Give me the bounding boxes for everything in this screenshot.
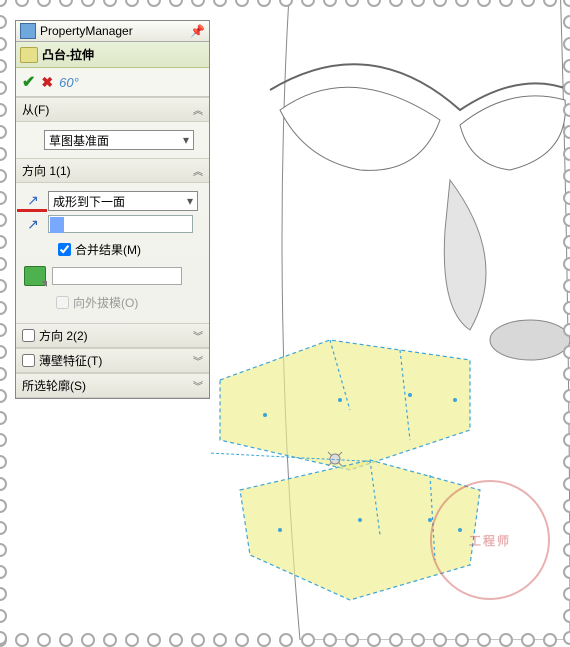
panel-icon (20, 23, 36, 39)
chevron-down-icon: ︾ (193, 328, 203, 343)
action-row: ✔ ✖ 60° (16, 68, 209, 97)
draft-outward-checkbox (56, 296, 69, 309)
reverse-direction-button[interactable]: ↗ (24, 191, 42, 209)
panel-title: PropertyManager (40, 24, 133, 38)
thin-feature-enable-checkbox[interactable] (22, 354, 35, 367)
feature-scope-field[interactable] (52, 267, 182, 285)
section-direction2-label: 方向 2(2) (39, 327, 88, 344)
feature-header: 凸台-拉伸 (16, 42, 209, 68)
feature-scope-icon[interactable] (24, 266, 46, 286)
end-condition-combo[interactable]: 成形到下一面 ▾ (48, 191, 198, 211)
section-direction1-header[interactable]: 方向 1(1) ︽ (16, 158, 209, 183)
section-from-label: 从(F) (22, 101, 49, 118)
section-contours-header[interactable]: 所选轮廓(S) ︾ (16, 373, 209, 398)
watermark-stamp: 工程师 (430, 480, 550, 600)
section-direction1-label: 方向 1(1) (22, 162, 71, 179)
graphics-viewport[interactable]: 工程师 (210, 0, 570, 640)
chevron-up-icon: ︽ (193, 163, 203, 178)
boss-extrude-icon (20, 47, 38, 63)
section-from-header[interactable]: 从(F) ︽ (16, 97, 209, 122)
section-thin-label: 薄壁特征(T) (39, 352, 102, 369)
section-direction2-header[interactable]: 方向 2(2) ︾ (16, 323, 209, 348)
direction2-enable-checkbox[interactable] (22, 329, 35, 342)
detailed-preview-button[interactable]: 60° (59, 75, 79, 90)
from-condition-value: 草图基准面 (49, 132, 109, 149)
merge-result-label: 合并结果(M) (75, 241, 141, 258)
chevron-down-icon: ▾ (187, 194, 193, 208)
pin-icon[interactable]: 📌 (190, 24, 205, 38)
end-condition-value: 成形到下一面 (53, 193, 125, 210)
direction-vector-icon[interactable]: ↗ (24, 215, 42, 233)
chevron-up-icon: ︽ (193, 102, 203, 117)
ok-button[interactable]: ✔ (22, 72, 35, 92)
draft-outward-label: 向外拔模(O) (73, 294, 138, 311)
chevron-down-icon: ︾ (193, 378, 203, 393)
feature-name: 凸台-拉伸 (42, 46, 94, 63)
section-thin-header[interactable]: 薄壁特征(T) ︾ (16, 348, 209, 373)
direction-reference-field[interactable] (48, 215, 193, 233)
from-condition-combo[interactable]: 草图基准面 ▾ (44, 130, 194, 150)
panel-titlebar: PropertyManager 📌 (16, 21, 209, 42)
cancel-button[interactable]: ✖ (41, 74, 53, 91)
chevron-down-icon: ︾ (193, 353, 203, 368)
merge-result-checkbox[interactable] (58, 243, 71, 256)
chevron-down-icon: ▾ (183, 133, 189, 147)
section-contours-label: 所选轮廓(S) (22, 377, 86, 394)
annotation-underline (17, 209, 47, 212)
